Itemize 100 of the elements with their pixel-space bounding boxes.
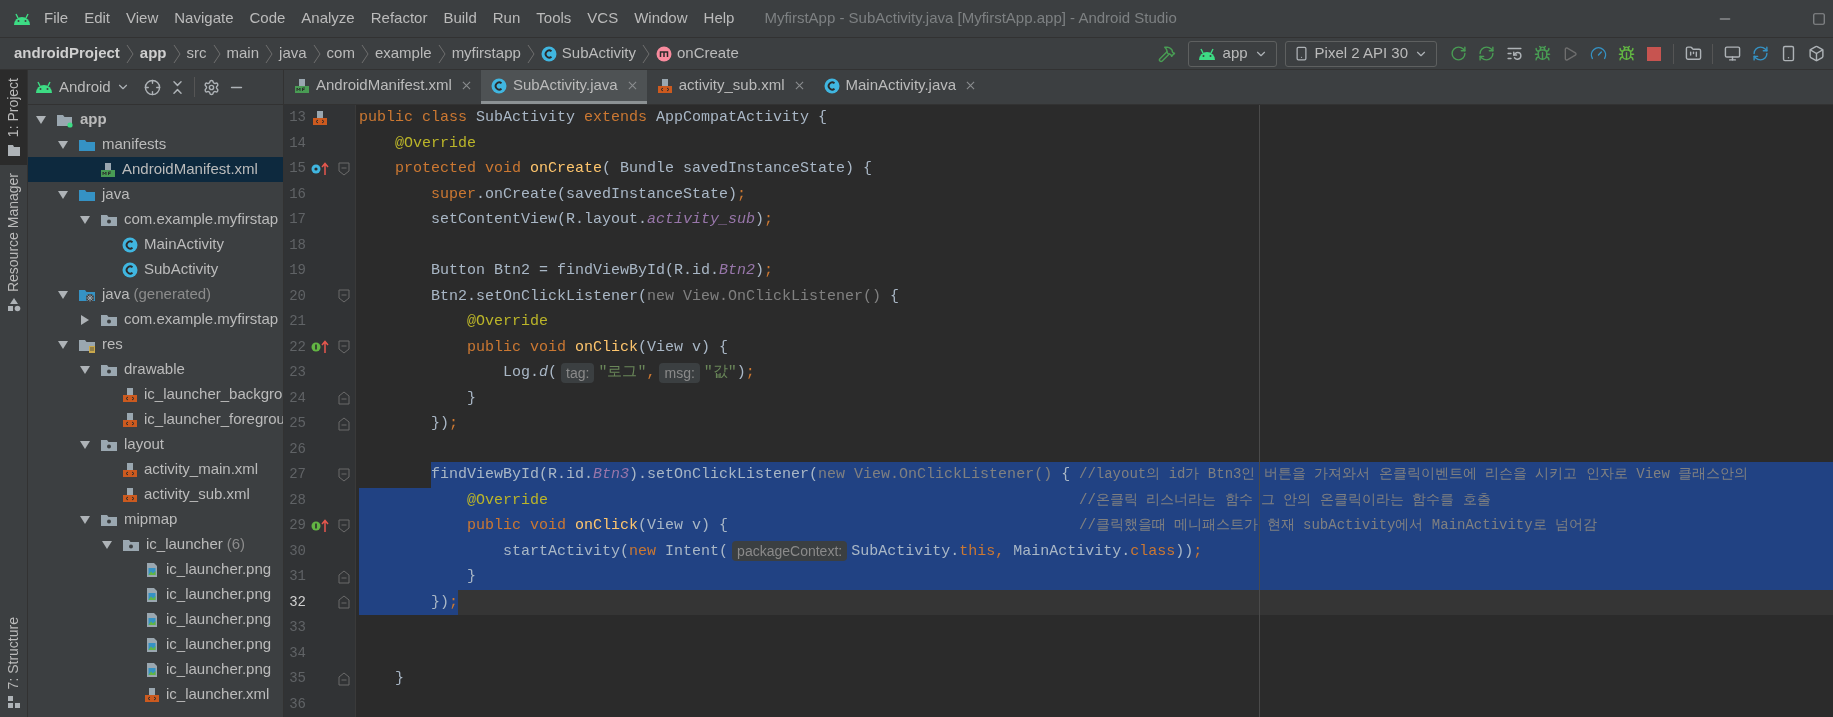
close-icon[interactable] — [794, 81, 804, 90]
apply-code-changes-icon[interactable] — [1505, 45, 1523, 62]
tool-window-tab[interactable]: Resource Manager — [0, 165, 27, 321]
xml-file-icon — [144, 686, 160, 703]
override-marker-icon[interactable] — [311, 161, 329, 176]
debug-icon[interactable] — [1533, 45, 1551, 62]
tree-item[interactable]: drawable — [28, 357, 283, 382]
expanded-arrow-icon[interactable] — [58, 139, 68, 150]
expanded-arrow-icon[interactable] — [58, 339, 68, 350]
tree-item[interactable]: ic_launcher (6) — [28, 532, 283, 557]
menu-item[interactable]: VCS — [587, 7, 619, 30]
implement-marker-icon[interactable] — [311, 340, 329, 355]
expanded-arrow-icon[interactable] — [80, 214, 90, 225]
breadcrumb-item[interactable]: main — [226, 42, 260, 65]
breadcrumb-item[interactable]: androidProject — [14, 42, 120, 65]
collapsed-arrow-icon[interactable] — [80, 314, 90, 325]
gauge-icon[interactable] — [1589, 45, 1607, 62]
expanded-arrow-icon[interactable] — [58, 189, 68, 200]
tree-item[interactable]: java — [28, 182, 283, 207]
folder-grid-icon[interactable] — [1684, 45, 1702, 62]
fold-end-marker-icon[interactable] — [338, 671, 350, 686]
tree-item[interactable]: SubActivity — [28, 257, 283, 282]
tool-window-tab[interactable]: 7: Structure — [0, 608, 27, 717]
menu-item[interactable]: Help — [703, 7, 735, 30]
menu-item[interactable]: Refactor — [370, 7, 428, 30]
tree-item[interactable]: ic_launcher.png — [28, 607, 283, 632]
fold-marker-icon[interactable] — [338, 518, 350, 533]
fold-marker-icon[interactable] — [338, 467, 350, 482]
expanded-arrow-icon[interactable] — [36, 114, 46, 125]
bug-icon[interactable] — [1617, 45, 1635, 62]
tree-item[interactable]: ic_launcher.xml — [28, 682, 283, 707]
breadcrumb-item[interactable]: src — [186, 42, 207, 65]
menu-item[interactable]: Edit — [84, 7, 111, 30]
rerun-icon[interactable] — [1449, 45, 1467, 62]
expanded-arrow-icon[interactable] — [80, 364, 90, 375]
menu-item[interactable]: Window — [634, 7, 688, 30]
expanded-arrow-icon[interactable] — [58, 289, 68, 300]
tree-item[interactable]: activity_main.xml — [28, 457, 283, 482]
breadcrumb-item[interactable]: onCreate — [656, 42, 739, 65]
cube-icon[interactable] — [1807, 45, 1825, 62]
tree-item[interactable]: ic_launcher.png — [28, 557, 283, 582]
editor-tab[interactable]: MainActivity.java — [813, 70, 986, 104]
run-config-dropdown[interactable]: app — [1187, 40, 1277, 67]
expanded-arrow-icon[interactable] — [102, 539, 112, 550]
breadcrumb-item[interactable]: app — [139, 42, 167, 65]
menu-item[interactable]: Tools — [536, 7, 572, 30]
implement-marker-icon[interactable] — [311, 518, 329, 533]
tree-item[interactable]: MainActivity — [28, 232, 283, 257]
menu-item[interactable]: View — [126, 7, 159, 30]
monitor-icon[interactable] — [1723, 45, 1741, 62]
tree-item[interactable]: mipmap — [28, 507, 283, 532]
fold-end-marker-icon[interactable] — [338, 391, 350, 406]
tree-item[interactable]: app — [28, 107, 283, 132]
menu-item[interactable]: Analyze — [301, 7, 355, 30]
tree-item[interactable]: ic_launcher.png — [28, 632, 283, 657]
fold-marker-icon[interactable] — [338, 161, 350, 176]
breadcrumb-item[interactable]: myfirstapp — [451, 42, 521, 65]
fold-end-marker-icon[interactable] — [338, 569, 350, 584]
breadcrumb-item[interactable]: com — [326, 42, 355, 65]
device-dropdown[interactable]: Pixel 2 API 30 — [1284, 40, 1437, 67]
tree-item[interactable]: res — [28, 332, 283, 357]
close-icon[interactable] — [966, 81, 976, 90]
tree-item[interactable]: java (generated) — [28, 282, 283, 307]
maximize-icon[interactable] — [1812, 11, 1826, 26]
tree-item[interactable]: layout — [28, 432, 283, 457]
apply-changes-icon[interactable] — [1477, 45, 1495, 62]
close-icon[interactable] — [461, 81, 471, 90]
breadcrumb-item[interactable]: example — [374, 42, 432, 65]
tool-window-tab[interactable]: 1: Project — [0, 70, 27, 166]
project-view-dropdown[interactable]: Android — [34, 75, 130, 99]
editor-tab[interactable]: SubActivity.java — [480, 70, 647, 104]
locate-icon[interactable] — [143, 78, 161, 96]
fold-end-marker-icon[interactable] — [338, 416, 350, 431]
expanded-arrow-icon[interactable] — [80, 439, 90, 450]
menu-item[interactable]: File — [44, 7, 69, 30]
menu-item[interactable]: Build — [443, 7, 477, 30]
expanded-arrow-icon[interactable] — [80, 514, 90, 525]
tree-item[interactable]: com.example.myfirstap — [28, 307, 283, 332]
tree-item[interactable]: ic_launcher.png — [28, 582, 283, 607]
breadcrumb-item[interactable]: java — [279, 42, 307, 65]
fold-marker-icon[interactable] — [338, 289, 350, 304]
settings-icon[interactable] — [202, 78, 220, 96]
sync-icon[interactable] — [1751, 45, 1769, 62]
tree-item[interactable]: ic_launcher_backgro — [28, 382, 283, 407]
tree-item[interactable]: activity_sub.xml — [28, 482, 283, 507]
tree-item[interactable]: ic_launcher_foregrou — [28, 407, 283, 432]
hammer-icon[interactable] — [1157, 44, 1176, 63]
fold-end-marker-icon[interactable] — [338, 595, 350, 610]
menu-item[interactable]: Navigate — [174, 7, 234, 30]
editor-tab[interactable]: activity_sub.xml — [646, 70, 814, 104]
breadcrumb-item[interactable]: SubActivity — [540, 42, 636, 65]
menu-item[interactable]: Run — [492, 7, 521, 30]
tree-item[interactable]: AndroidManifest.xml — [28, 157, 283, 182]
editor-tab[interactable]: AndroidManifest.xml — [284, 70, 481, 104]
fold-marker-icon[interactable] — [338, 340, 350, 355]
menu-item[interactable]: Code — [249, 7, 286, 30]
tree-item[interactable]: ic_launcher.png — [28, 657, 283, 682]
tree-item[interactable]: manifests — [28, 132, 283, 157]
tree-item[interactable]: com.example.myfirstap — [28, 207, 283, 232]
stop-icon[interactable] — [1647, 46, 1661, 61]
